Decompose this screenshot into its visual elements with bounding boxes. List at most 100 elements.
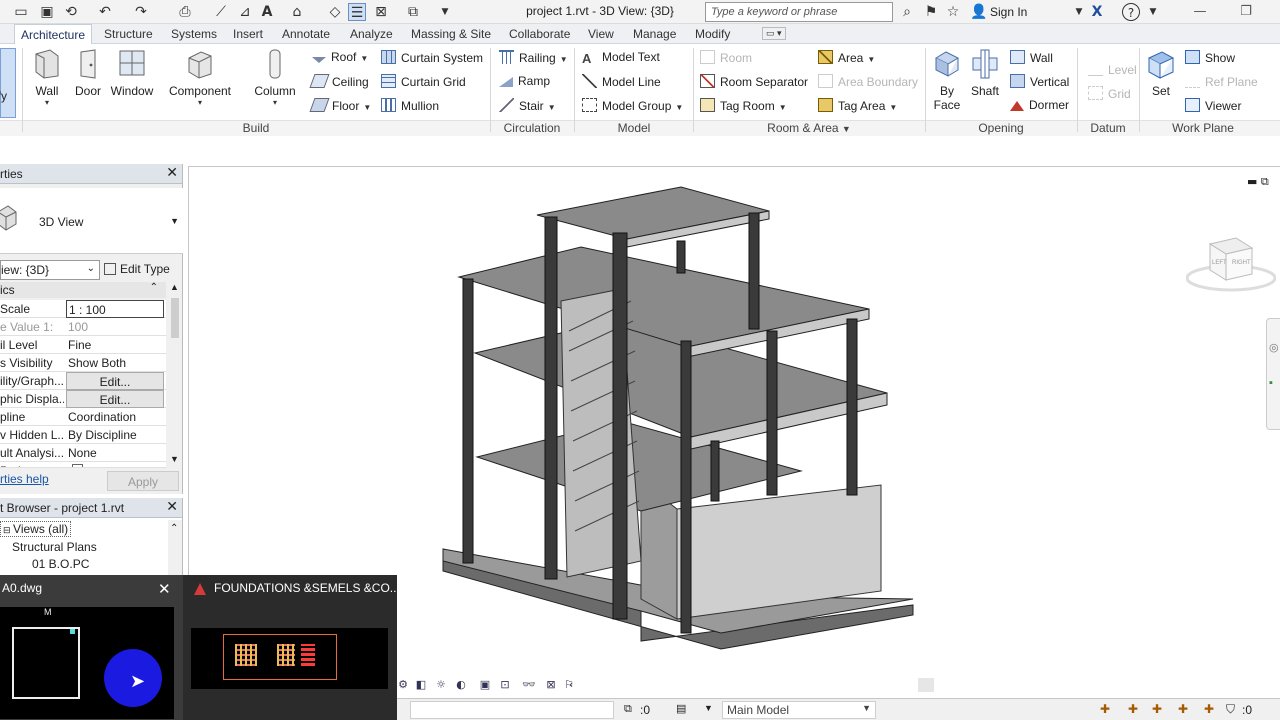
door-button[interactable]: Door: [72, 48, 104, 98]
tag-room-dropdown-icon[interactable]: ▼: [779, 103, 787, 112]
tab-modify[interactable]: Modify: [695, 27, 730, 41]
roof-button[interactable]: Roof ▼: [312, 50, 368, 68]
floor-button[interactable]: Floor ▼: [309, 98, 371, 116]
dimension-icon[interactable]: ⊿: [236, 3, 254, 21]
property-value[interactable]: Show Both: [66, 354, 164, 372]
browser-scrollbar[interactable]: ⌃: [168, 520, 182, 578]
roof-dropdown-icon[interactable]: ▼: [360, 54, 368, 63]
column-button[interactable]: Column ▾: [252, 48, 298, 107]
model-line-button[interactable]: Model Line: [582, 74, 661, 92]
scale-input[interactable]: 1 : 100: [66, 300, 164, 318]
area-button[interactable]: Area ▼: [818, 50, 875, 68]
close-hidden-icon[interactable]: ⊠: [372, 3, 390, 21]
component-button[interactable]: Component ▾: [166, 48, 234, 107]
curtain-grid-button[interactable]: Curtain Grid: [381, 74, 466, 92]
sign-in-button[interactable]: Sign In: [990, 5, 1027, 19]
viewcube-right-face[interactable]: RIGHT: [1232, 260, 1251, 266]
property-value[interactable]: By Discipline: [66, 426, 164, 444]
sign-in-dropdown-icon[interactable]: ▼: [1070, 3, 1088, 21]
stair-dropdown-icon[interactable]: ▼: [548, 103, 556, 112]
restore-icon[interactable]: ❐: [1232, 2, 1260, 22]
wall-opening-button[interactable]: Wall: [1010, 50, 1053, 68]
railing-dropdown-icon[interactable]: ▼: [560, 55, 568, 64]
curtain-system-button[interactable]: Curtain System: [381, 50, 483, 68]
reveal-hidden-icon[interactable]: ⊠: [544, 678, 558, 692]
taskbar-thumbnail-dwg[interactable]: A0.dwg ✕ M ➤: [0, 575, 183, 720]
modify-button[interactable]: ify: [0, 48, 16, 118]
edit-vg-button[interactable]: Edit...: [66, 372, 164, 390]
property-row-hidden-lines[interactable]: v Hidden L... By Discipline: [0, 426, 166, 444]
wall-button[interactable]: Wall ▾: [30, 48, 64, 107]
property-value[interactable]: Coordination: [66, 408, 164, 426]
design-option-dropdown[interactable]: Main Model ▼: [722, 701, 876, 719]
collapse-icon[interactable]: ⊟: [3, 525, 13, 535]
close-icon[interactable]: ✕: [158, 580, 171, 598]
by-face-button[interactable]: By Face: [931, 48, 963, 112]
redo-icon[interactable]: ↷: [132, 3, 150, 21]
favorites-icon[interactable]: ☆: [944, 3, 962, 21]
grid-button[interactable]: Grid: [1088, 86, 1131, 104]
property-row-parts-visibility[interactable]: s Visibility Show Both: [0, 354, 166, 372]
property-row-visibility-graphics[interactable]: ility/Graph... Edit...: [0, 372, 166, 390]
text-icon[interactable]: A: [258, 3, 276, 21]
room-button[interactable]: Room: [700, 50, 752, 68]
properties-scrollbar[interactable]: ▲ ▼: [168, 282, 182, 466]
open-icon[interactable]: ▭: [12, 3, 30, 21]
property-row-detail-level[interactable]: il Level Fine: [0, 336, 166, 354]
graphics-group-header[interactable]: ics ⌃: [0, 282, 166, 298]
viewer-button[interactable]: Viewer: [1185, 98, 1241, 116]
tab-structure[interactable]: Structure: [104, 27, 153, 41]
edit-type-button[interactable]: Edit Type: [104, 262, 170, 276]
thin-lines-icon[interactable]: ☰: [348, 3, 366, 21]
show-crop-icon[interactable]: ⊡: [498, 678, 512, 692]
crop-view-icon[interactable]: ▣: [478, 678, 492, 692]
area-boundary-button[interactable]: Area Boundary: [818, 74, 918, 92]
shaft-button[interactable]: Shaft: [968, 48, 1002, 98]
property-row-graphic-display[interactable]: phic Displa... Edit...: [0, 390, 166, 408]
measure-icon[interactable]: ⟋: [212, 3, 230, 21]
model-group-button[interactable]: Model Group ▼: [582, 98, 683, 116]
tab-architecture[interactable]: Architecture: [14, 24, 93, 45]
ramp-button[interactable]: Ramp: [499, 74, 550, 92]
tag-room-button[interactable]: Tag Room ▼: [700, 98, 787, 116]
exchange-icon[interactable]: X: [1088, 3, 1106, 21]
customize-qat-icon[interactable]: ▼: [436, 3, 454, 21]
tree-item-structural-plans[interactable]: Structural Plans: [12, 540, 97, 554]
zoom-icon[interactable]: ▪: [1269, 377, 1273, 389]
3d-view-icon[interactable]: ⌂: [288, 3, 306, 21]
instance-filter-dropdown[interactable]: iew: {3D} ⌄: [0, 260, 100, 280]
binoculars-icon[interactable]: ⌕: [898, 3, 916, 21]
property-row-scale[interactable]: Scale 1 : 100: [0, 300, 166, 318]
subscription-icon[interactable]: ⚑: [922, 3, 940, 21]
scroll-thumb[interactable]: [171, 298, 179, 338]
model-group-dropdown-icon[interactable]: ▼: [675, 103, 683, 112]
property-value[interactable]: Fine: [66, 336, 164, 354]
viewcube[interactable]: LEFT RIGHT: [1186, 234, 1276, 298]
stair-button[interactable]: Stair ▼: [499, 98, 556, 116]
tree-item-plan[interactable]: 01 B.O.PC: [32, 557, 89, 571]
build-panel-title[interactable]: Build: [22, 121, 490, 135]
close-icon[interactable]: ✕: [166, 165, 178, 181]
tab-view[interactable]: View: [588, 27, 614, 41]
tag-area-dropdown-icon[interactable]: ▼: [889, 103, 897, 112]
underlay-select-icon[interactable]: ✚: [1128, 702, 1138, 716]
tab-insert[interactable]: Insert: [233, 27, 263, 41]
dormer-button[interactable]: Dormer: [1010, 98, 1069, 116]
link-select-icon[interactable]: ✚: [1100, 702, 1110, 716]
tag-area-button[interactable]: Tag Area ▼: [818, 98, 897, 116]
apply-button[interactable]: Apply: [107, 471, 179, 491]
ref-plane-button[interactable]: Ref Plane: [1185, 74, 1258, 92]
vertical-opening-button[interactable]: Vertical: [1010, 74, 1069, 92]
pinned-select-icon[interactable]: ✚: [1152, 702, 1162, 716]
scroll-up-icon[interactable]: ▲: [170, 282, 179, 292]
visual-style-icon[interactable]: ◧: [414, 678, 428, 692]
tree-item-views[interactable]: ⊟ Views (all): [0, 521, 72, 537]
view-window-controls[interactable]: ▬ ⧉: [1247, 175, 1269, 189]
room-separator-button[interactable]: Room Separator: [700, 74, 808, 92]
set-workplane-button[interactable]: Set: [1145, 48, 1177, 98]
filter-icon[interactable]: ⛉: [1226, 702, 1235, 717]
tab-collaborate[interactable]: Collaborate: [509, 27, 570, 41]
tab-annotate[interactable]: Annotate: [282, 27, 330, 41]
help-icon[interactable]: ?: [1122, 3, 1140, 21]
scroll-up-icon[interactable]: ⌃: [170, 523, 178, 534]
